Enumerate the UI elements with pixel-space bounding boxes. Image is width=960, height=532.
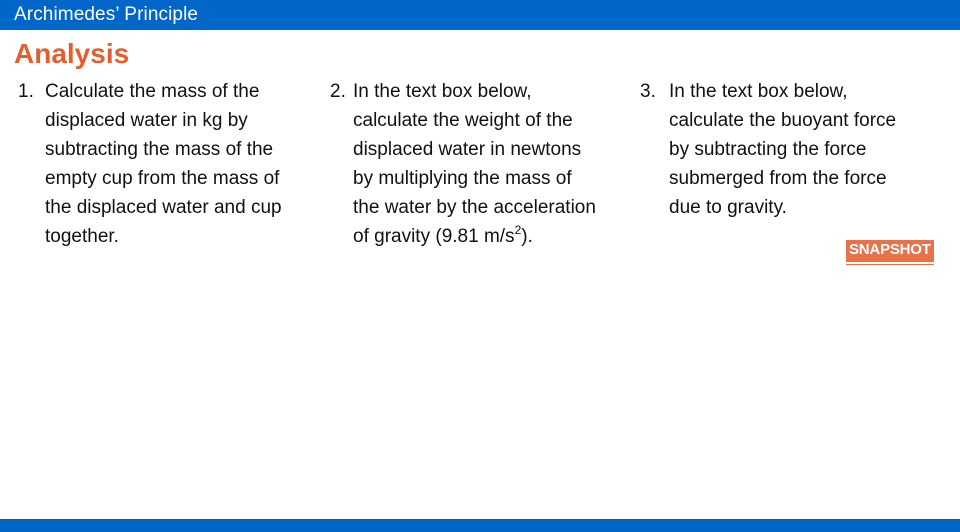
superscript-exponent: 2 bbox=[514, 222, 522, 237]
slide-title: Archimedes’ Principle bbox=[14, 4, 199, 25]
step-line: empty cup from the mass of bbox=[45, 168, 280, 189]
step-line: the displaced water and cup bbox=[45, 197, 282, 218]
step-line: Calculate the mass of the bbox=[45, 81, 260, 102]
footer-bar bbox=[0, 519, 960, 532]
step-line: together. bbox=[45, 226, 119, 247]
step-line: In the text box below, bbox=[669, 81, 848, 102]
step-line: the water by the acceleration bbox=[353, 197, 596, 218]
step-line: submerged from the force bbox=[669, 168, 887, 189]
step-line: by subtracting the force bbox=[669, 139, 867, 160]
step-text: In the text box below, calculate the buo… bbox=[669, 77, 896, 222]
step-line: by multiplying the mass of bbox=[353, 168, 572, 189]
step-text: In the text box below, calculate the wei… bbox=[353, 77, 596, 251]
step-number: 1. bbox=[18, 81, 34, 102]
snapshot-badge: SNAPSHOT bbox=[846, 240, 934, 262]
step-line: In the text box below, bbox=[353, 81, 532, 102]
gravity-text: of gravity (9.81 m/s bbox=[353, 226, 515, 247]
step-number: 3. bbox=[640, 81, 656, 102]
gravity-text-end: ). bbox=[521, 226, 533, 247]
section-title: Analysis bbox=[14, 38, 130, 69]
step-line: calculate the buoyant force bbox=[669, 110, 897, 131]
step-line: displaced water in newtons bbox=[353, 139, 582, 160]
step-line: calculate the weight of the bbox=[353, 110, 573, 131]
step-number: 2. bbox=[330, 81, 346, 102]
header-bar: Archimedes’ Principle bbox=[0, 0, 960, 30]
step-line: subtracting the mass of the bbox=[45, 139, 274, 160]
step-line: due to gravity. bbox=[669, 197, 787, 218]
step-line: displaced water in kg by bbox=[45, 110, 248, 131]
step-line-gravity: of gravity (9.81 m/s2). bbox=[353, 222, 596, 251]
step-text: Calculate the mass of the displaced wate… bbox=[45, 77, 282, 251]
